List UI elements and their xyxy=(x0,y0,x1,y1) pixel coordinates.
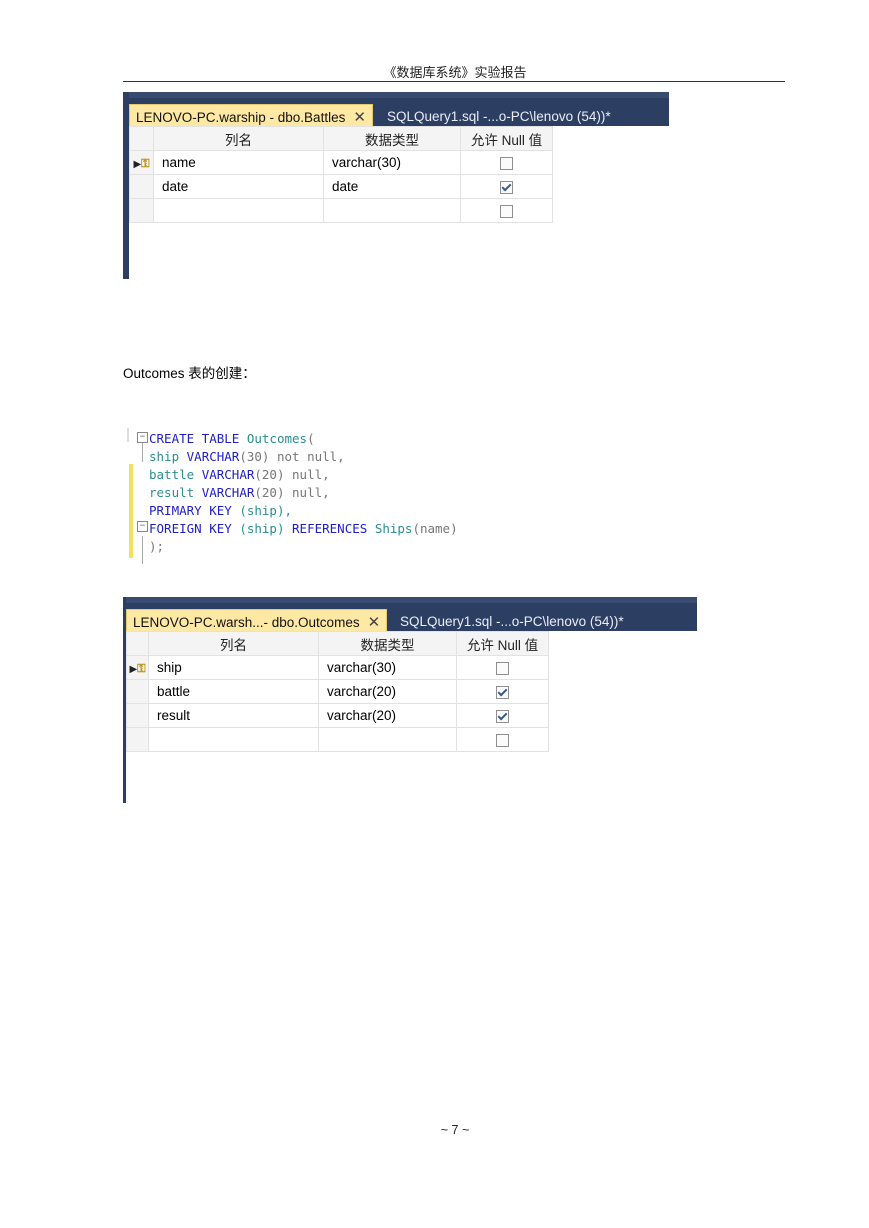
column-grid: 列名 数据类型 允许 Null 值 ▶⚿ ship varchar(30) ba… xyxy=(126,631,549,752)
data-type-cell[interactable] xyxy=(323,198,461,223)
column-header-name[interactable]: 列名 xyxy=(153,126,324,151)
column-name-cell[interactable] xyxy=(153,198,324,223)
row-selector-header xyxy=(126,631,149,656)
document-tab-strip: LENOVO-PC.warship - dbo.Battles ✕ SQLQuer… xyxy=(129,92,669,132)
battles-table-designer: LENOVO-PC.warship - dbo.Battles ✕ SQLQuer… xyxy=(123,92,669,279)
table-row[interactable]: ▶⚿ name varchar(30) xyxy=(129,150,553,175)
allow-null-cell[interactable] xyxy=(456,679,549,704)
checkbox-icon[interactable] xyxy=(500,204,513,218)
column-name-cell[interactable]: date xyxy=(153,174,324,199)
collapse-icon[interactable]: − xyxy=(137,432,148,443)
table-row[interactable] xyxy=(126,727,549,752)
sql-code-editor: − − CREATE TABLE Outcomes( ship VARCHAR(… xyxy=(123,424,473,564)
document-tab-strip: LENOVO-PC.warsh...- dbo.Outcomes ✕ SQLQue… xyxy=(126,597,697,637)
page-header-rule xyxy=(123,81,785,82)
grid-header-row: 列名 数据类型 允许 Null 值 xyxy=(129,126,553,151)
column-name-cell[interactable]: name xyxy=(153,150,324,175)
code-line: ship VARCHAR(30) not null, xyxy=(149,449,345,464)
table-row[interactable] xyxy=(129,198,553,223)
data-type-cell[interactable]: varchar(30) xyxy=(318,655,457,680)
column-name-cell[interactable]: ship xyxy=(148,655,319,680)
checkbox-icon[interactable] xyxy=(496,733,509,747)
code-line: battle VARCHAR(20) null, xyxy=(149,467,330,482)
row-selector[interactable]: ▶⚿ xyxy=(126,655,149,680)
code-line: ); xyxy=(149,539,165,554)
column-name-cell[interactable]: battle xyxy=(148,679,319,704)
grid-header-row: 列名 数据类型 允许 Null 值 xyxy=(126,631,549,656)
code-line: PRIMARY KEY (ship), xyxy=(149,503,293,518)
data-type-cell[interactable] xyxy=(318,727,457,752)
row-selector[interactable]: ▶⚿ xyxy=(129,150,154,175)
row-selector[interactable] xyxy=(129,198,154,223)
row-selector[interactable] xyxy=(126,727,149,752)
allow-null-cell[interactable] xyxy=(456,703,549,728)
collapse-icon[interactable]: − xyxy=(137,521,148,532)
table-row[interactable]: result varchar(20) xyxy=(126,703,549,728)
tab-label: SQLQuery1.sql -...o-PC\lenovo (54))* xyxy=(387,109,611,124)
allow-null-cell[interactable] xyxy=(456,727,549,752)
outcomes-table-designer: LENOVO-PC.warsh...- dbo.Outcomes ✕ SQLQue… xyxy=(123,597,697,803)
tab-label: LENOVO-PC.warsh...- dbo.Outcomes xyxy=(133,615,360,630)
allow-null-cell[interactable] xyxy=(460,174,553,199)
checkbox-icon[interactable] xyxy=(500,156,513,170)
change-marker xyxy=(129,464,133,558)
checkbox-icon[interactable] xyxy=(496,709,509,723)
data-type-cell[interactable]: varchar(20) xyxy=(318,679,457,704)
page-header-title: 《数据库系统》实验报告 xyxy=(383,66,527,81)
tab-label: LENOVO-PC.warship - dbo.Battles xyxy=(136,110,346,125)
tab-label: SQLQuery1.sql -...o-PC\lenovo (54))* xyxy=(400,614,624,629)
page-number: ~ 7 ~ xyxy=(440,1123,470,1137)
row-selector[interactable] xyxy=(126,703,149,728)
column-header-nullable[interactable]: 允许 Null 值 xyxy=(456,631,549,656)
allow-null-cell[interactable] xyxy=(456,655,549,680)
column-name-cell[interactable] xyxy=(148,727,319,752)
checkbox-icon[interactable] xyxy=(496,661,509,675)
row-selector[interactable] xyxy=(126,679,149,704)
column-grid: 列名 数据类型 允许 Null 值 ▶⚿ name varchar(30) da… xyxy=(129,126,553,223)
row-selector-header xyxy=(129,126,154,151)
data-type-cell[interactable]: date xyxy=(323,174,461,199)
column-header-name[interactable]: 列名 xyxy=(148,631,319,656)
table-row[interactable]: ▶⚿ ship varchar(30) xyxy=(126,655,549,680)
data-type-cell[interactable]: varchar(30) xyxy=(323,150,461,175)
table-row[interactable]: battle varchar(20) xyxy=(126,679,549,704)
column-header-type[interactable]: 数据类型 xyxy=(323,126,461,151)
arrow-key-icon: ▶⚿ xyxy=(129,662,146,675)
column-name-cell[interactable]: result xyxy=(148,703,319,728)
code-line: FOREIGN KEY (ship) REFERENCES Ships(name… xyxy=(149,521,458,536)
checkbox-icon[interactable] xyxy=(500,180,513,194)
row-selector[interactable] xyxy=(129,174,154,199)
column-header-type[interactable]: 数据类型 xyxy=(318,631,457,656)
allow-null-cell[interactable] xyxy=(460,150,553,175)
code-line: CREATE TABLE Outcomes( xyxy=(149,431,315,446)
table-row[interactable]: date date xyxy=(129,174,553,199)
checkbox-icon[interactable] xyxy=(496,685,509,699)
allow-null-cell[interactable] xyxy=(460,198,553,223)
code-line: result VARCHAR(20) null, xyxy=(149,485,330,500)
arrow-key-icon: ▶⚿ xyxy=(133,157,150,170)
column-header-nullable[interactable]: 允许 Null 值 xyxy=(460,126,553,151)
change-marker xyxy=(127,428,129,442)
data-type-cell[interactable]: varchar(20) xyxy=(318,703,457,728)
outline-line xyxy=(142,536,143,564)
outcomes-section-caption: Outcomes 表的创建： xyxy=(123,366,256,381)
outline-line xyxy=(142,440,143,462)
